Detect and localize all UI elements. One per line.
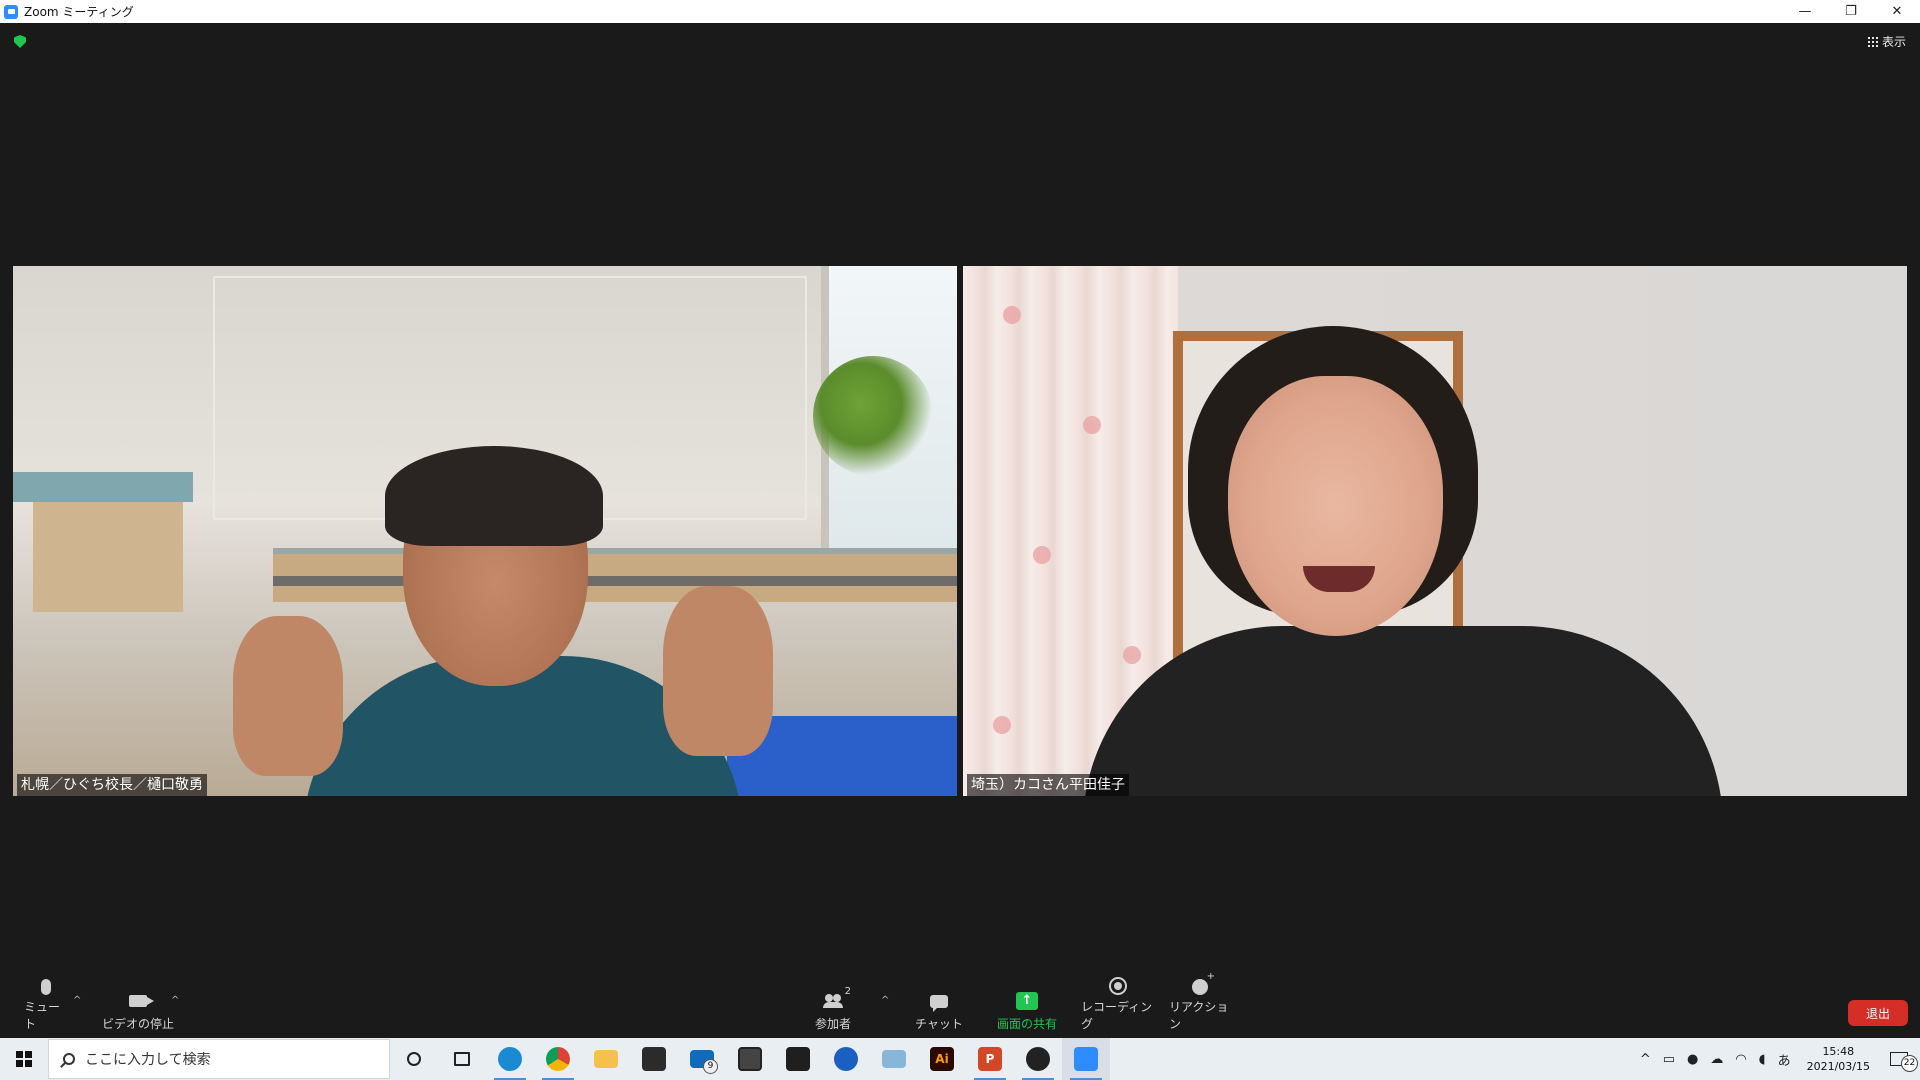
action-center-button[interactable]: 22	[1880, 1038, 1920, 1080]
share-screen-button[interactable]: ↑ 画面の共有	[991, 983, 1063, 1038]
chat-button[interactable]: チャット	[912, 983, 966, 1038]
participants-options-caret-icon[interactable]: ^	[881, 995, 889, 1006]
blossom-pattern	[1083, 416, 1101, 434]
record-button[interactable]: レコーディング	[1081, 977, 1155, 1038]
edge-icon[interactable]	[486, 1038, 534, 1080]
windows-taskbar: ここに入力して検索 9 Ai P ^ ▭ ● ☁ ◠ ◖ あ 15:48 202…	[0, 1038, 1920, 1080]
video-tile-participant-2[interactable]: 埼玉）カコさん平田佳子	[963, 266, 1907, 796]
plant	[813, 356, 933, 476]
app-folder-icon[interactable]	[870, 1038, 918, 1080]
search-placeholder: ここに入力して検索	[85, 1052, 211, 1068]
record-icon	[1109, 977, 1127, 995]
mail-icon[interactable]: 9	[678, 1038, 726, 1080]
mute-button[interactable]: ミュート	[24, 979, 68, 1038]
media-icon[interactable]	[774, 1038, 822, 1080]
blossom-pattern	[993, 716, 1011, 734]
system-tray: ^ ▭ ● ☁ ◠ ◖ あ 15:48 2021/03/15 22	[1634, 1038, 1920, 1080]
powerpoint-icon[interactable]: P	[966, 1038, 1014, 1080]
clock[interactable]: 15:48 2021/03/15	[1797, 1044, 1880, 1074]
participants-label: 参加者	[814, 1017, 851, 1031]
peace-sign-left-hand	[233, 616, 343, 776]
task-view-icon[interactable]	[438, 1038, 486, 1080]
snip-icon[interactable]	[726, 1038, 774, 1080]
participant-name-tag: 札幌／ひぐち校長／樋口敬勇	[17, 774, 207, 796]
encryption-shield-icon[interactable]	[14, 35, 26, 48]
video-options-caret-icon[interactable]: ^	[171, 995, 179, 1006]
grid-view-icon	[1867, 36, 1878, 47]
video-label: ビデオの停止	[101, 1017, 174, 1031]
microphone-tray-icon[interactable]: ●	[1681, 1038, 1704, 1080]
onedrive-cloud-icon[interactable]: ☁	[1704, 1038, 1729, 1080]
reformer-rail	[273, 576, 957, 586]
wifi-icon[interactable]: ◠	[1729, 1038, 1752, 1080]
participant-name-tag: 埼玉）カコさん平田佳子	[967, 774, 1129, 796]
reactions-button[interactable]: リアクション	[1169, 971, 1231, 1038]
video-tile-participant-1[interactable]: 札幌／ひぐち校長／樋口敬勇	[13, 266, 957, 796]
window-titlebar: Zoom ミーティング — ❐ ✕	[0, 0, 1920, 23]
meeting-area: 表示 札幌／ひぐち校長／樋口敬勇 埼玉）カコさん平田佳子	[0, 23, 1920, 983]
show-hidden-icons-chevron-icon[interactable]: ^	[1634, 1038, 1657, 1080]
chrome-icon[interactable]	[534, 1038, 582, 1080]
pilates-reformer	[273, 548, 957, 602]
microphone-icon	[41, 979, 51, 995]
search-icon	[63, 1053, 75, 1065]
peace-sign-right-hand	[663, 586, 773, 756]
audio-options-caret-icon[interactable]: ^	[73, 995, 81, 1006]
video-camera-icon	[129, 995, 154, 1007]
taskbar-search-box[interactable]: ここに入力して検索	[48, 1039, 390, 1079]
stop-video-button[interactable]: ビデオの停止	[101, 983, 175, 1038]
file-explorer-icon[interactable]	[582, 1038, 630, 1080]
participants-icon	[823, 994, 843, 1008]
bench-base	[33, 502, 183, 612]
zoom-app-icon	[4, 4, 18, 19]
store-icon[interactable]	[630, 1038, 678, 1080]
mute-label: ミュート	[24, 1000, 61, 1031]
leave-meeting-button[interactable]: 退出	[1848, 1000, 1908, 1026]
reaction-emoji-icon	[1192, 971, 1215, 995]
view-button[interactable]: 表示	[1867, 33, 1906, 50]
illustrator-icon[interactable]: Ai	[918, 1038, 966, 1080]
meet-now-icon[interactable]: ▭	[1657, 1038, 1681, 1080]
clock-date: 2021/03/15	[1806, 1060, 1870, 1073]
chat-bubble-icon	[930, 994, 948, 1012]
pen-app-icon[interactable]	[1014, 1038, 1062, 1080]
reaction-label: リアクション	[1169, 1000, 1229, 1031]
close-button[interactable]: ✕	[1874, 0, 1920, 23]
ime-indicator[interactable]: あ	[1772, 1038, 1797, 1080]
record-label: レコーディング	[1081, 1000, 1153, 1031]
window-title: Zoom ミーティング	[24, 5, 134, 19]
blossom-pattern	[1123, 646, 1141, 664]
zoom-icon[interactable]	[1062, 1038, 1110, 1080]
share-screen-icon: ↑	[1016, 992, 1038, 1010]
participants-button[interactable]: 2 参加者	[806, 983, 860, 1038]
blossom-pattern	[1003, 306, 1021, 324]
mail-badge: 9	[703, 1059, 718, 1074]
bench	[13, 472, 193, 502]
cortana-icon[interactable]	[390, 1038, 438, 1080]
notification-count: 22	[1901, 1055, 1918, 1072]
blossom-pattern	[1033, 546, 1051, 564]
app-blue-icon[interactable]	[822, 1038, 870, 1080]
minimize-button[interactable]: —	[1782, 0, 1828, 23]
view-label: 表示	[1881, 35, 1906, 49]
participants-count: 2	[844, 986, 851, 997]
start-button[interactable]	[0, 1038, 48, 1080]
window-controls: — ❐ ✕	[1782, 0, 1920, 23]
participant-1-hair	[385, 446, 603, 546]
notifications-icon: 22	[1886, 1048, 1918, 1072]
meeting-controls-bar: ミュート ^ ビデオの停止 ^ 2 参加者 ^ チャット ↑ 画面の共有 レコー…	[0, 971, 1920, 1038]
clock-time: 15:48	[1822, 1045, 1855, 1058]
volume-icon[interactable]: ◖	[1753, 1038, 1772, 1080]
share-label: 画面の共有	[996, 1017, 1057, 1031]
windows-logo-icon	[16, 1051, 32, 1067]
participant-2-face	[1228, 376, 1443, 636]
restore-button[interactable]: ❐	[1828, 0, 1874, 23]
chat-label: チャット	[915, 1017, 963, 1031]
